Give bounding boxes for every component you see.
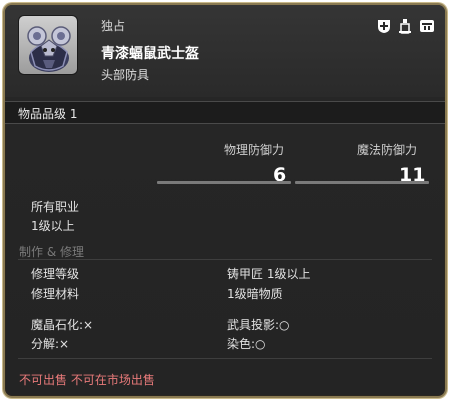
dye-status: 染色:○ [227, 337, 266, 351]
item-icon [18, 15, 78, 75]
section-divider [18, 259, 432, 260]
crest-icon[interactable] [376, 18, 392, 34]
repair-level-label: 修理等级 [31, 267, 80, 281]
item-name: 青漆蝠鼠武士盔 [101, 46, 199, 62]
item-level-bar: 物品品级 1 [5, 101, 445, 124]
magic-defense-label: 魔法防御力 [357, 143, 418, 157]
physical-defense-label: 物理防御力 [224, 143, 285, 157]
item-category: 头部防具 [101, 68, 150, 82]
sale-restriction: 不可出售 不可在市场出售 [19, 373, 155, 387]
level-requirement: 1级以上 [31, 219, 75, 233]
materia-melding: 魔晶石化:× [31, 318, 94, 332]
unique-label: 独占 [101, 19, 126, 33]
tooltip-header: 独占 青漆蝠鼠武士盔 头部防具 [5, 5, 445, 97]
item-tooltip: 独占 青漆蝠鼠武士盔 头部防具 物品品级 1 物理防御力 魔法防御力 6 11 … [3, 3, 447, 398]
desynthesis: 分解:× [31, 337, 70, 351]
item-level: 物品品级 1 [18, 107, 78, 121]
repair-material-label: 修理材料 [31, 287, 80, 301]
magic-defense-underline [295, 181, 429, 184]
glamour-projection: 武具投影:○ [227, 318, 290, 332]
repair-level-value: 铸甲匠 1级以上 [227, 267, 311, 281]
armoire-icon[interactable] [419, 18, 435, 34]
craft-repair-section-title: 制作 & 修理 [19, 245, 84, 259]
dye-bottle-icon[interactable] [397, 18, 413, 34]
footer-divider [18, 358, 432, 359]
class-requirement: 所有职业 [31, 200, 80, 214]
physical-defense-underline [157, 181, 291, 184]
samurai-helmet-icon [27, 26, 71, 72]
repair-material-value: 1级暗物质 [227, 287, 283, 301]
